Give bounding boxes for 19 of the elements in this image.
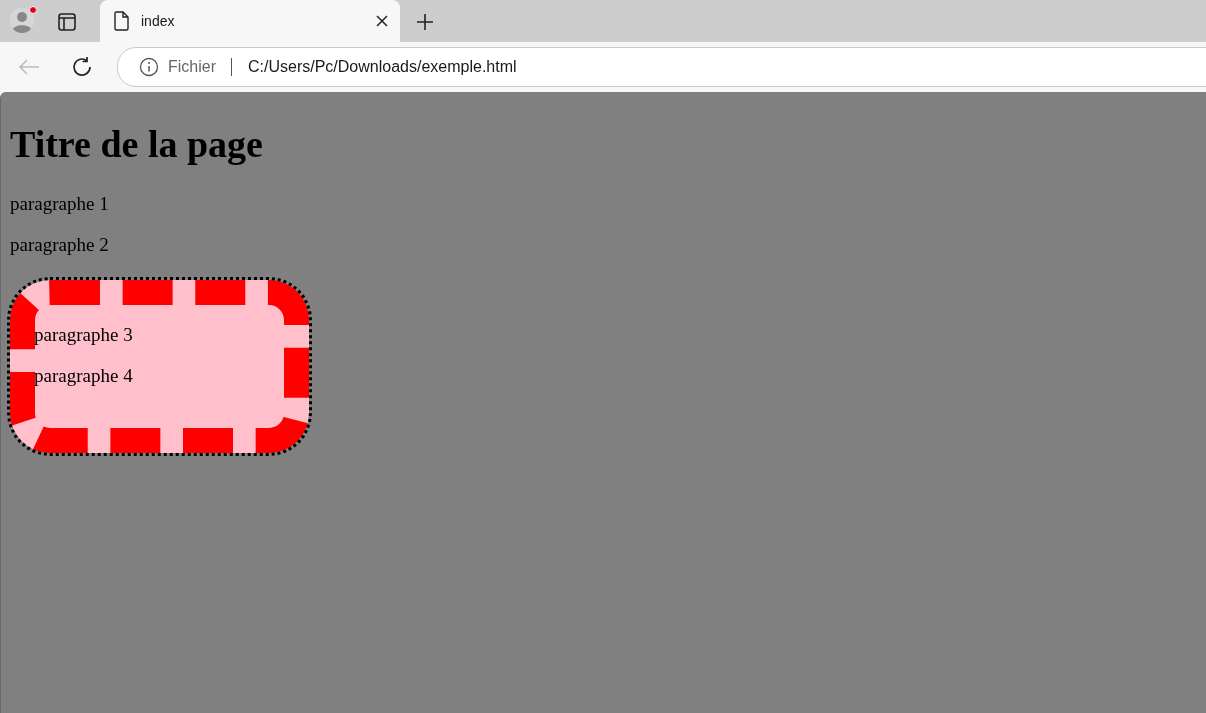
close-icon — [376, 15, 388, 27]
reload-button[interactable] — [71, 56, 93, 78]
tab-title: index — [141, 13, 176, 29]
reload-icon — [71, 56, 93, 78]
address-bar[interactable]: Fichier C:/Users/Pc/Downloads/exemple.html — [117, 47, 1206, 87]
document-icon — [113, 11, 129, 31]
url-text: C:/Users/Pc/Downloads/exemple.html — [248, 58, 517, 76]
page-heading: Titre de la page — [10, 122, 264, 166]
plus-icon — [416, 13, 434, 31]
browser-tab[interactable]: index — [100, 0, 400, 42]
close-tab-button[interactable] — [376, 15, 388, 27]
paragraph: paragraphe 2 — [10, 234, 110, 256]
info-icon — [139, 57, 159, 77]
scheme-label: Fichier — [168, 58, 216, 76]
back-arrow-icon — [18, 58, 40, 76]
paragraph: paragraphe 1 — [10, 193, 110, 215]
sidebar-icon[interactable] — [58, 13, 76, 31]
new-tab-button[interactable] — [416, 13, 434, 31]
profile-avatar-icon[interactable] — [8, 6, 36, 34]
